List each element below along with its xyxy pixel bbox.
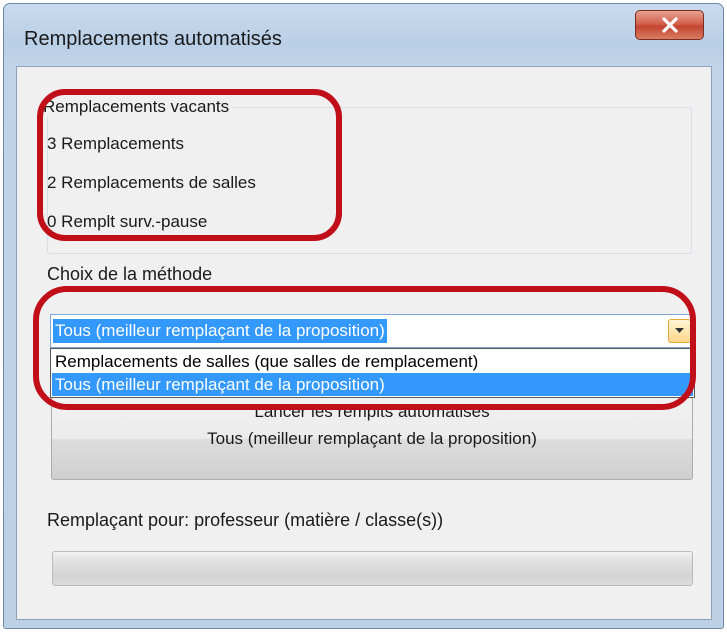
method-select[interactable]: Tous (meilleur remplaçant de la proposit… — [50, 314, 695, 348]
method-label: Choix de la méthode — [47, 264, 213, 284]
dialog-window: Remplacements automatisés Remplacements … — [3, 3, 724, 629]
method-select-toggle[interactable] — [668, 319, 691, 343]
progress-bar — [52, 551, 693, 586]
replacing-for-label: Remplaçant pour: professeur (matière / c… — [47, 510, 444, 530]
close-icon — [661, 17, 678, 33]
vacant-replacements-count: 3 Remplacements — [47, 134, 185, 153]
method-dropdown-list: Remplacements de salles (que salles de r… — [50, 348, 695, 398]
window-title: Remplacements automatisés — [24, 28, 282, 50]
chevron-down-icon — [675, 328, 684, 333]
vacant-legend: Remplacements vacants — [39, 97, 234, 117]
dialog-content: Remplacements vacants 3 Remplacements 2 … — [16, 66, 712, 620]
method-option-rooms[interactable]: Remplacements de salles (que salles de r… — [52, 350, 693, 373]
close-button[interactable] — [635, 10, 704, 40]
launch-button-title: Lancer les rempits automatisés — [254, 402, 490, 421]
launch-button-method: Tous (meilleur remplaçant de la proposit… — [207, 429, 537, 448]
vacant-room-replacements-count: 2 Remplacements de salles — [47, 173, 256, 192]
launch-auto-replacements-button[interactable]: Lancer les rempits automatisés Tous (mei… — [51, 397, 693, 480]
method-select-value: Tous (meilleur remplaçant de la proposit… — [53, 319, 387, 343]
vacant-break-supervision-count: 0 Remplt surv.-pause — [47, 212, 208, 231]
method-option-all[interactable]: Tous (meilleur remplaçant de la proposit… — [52, 373, 693, 396]
